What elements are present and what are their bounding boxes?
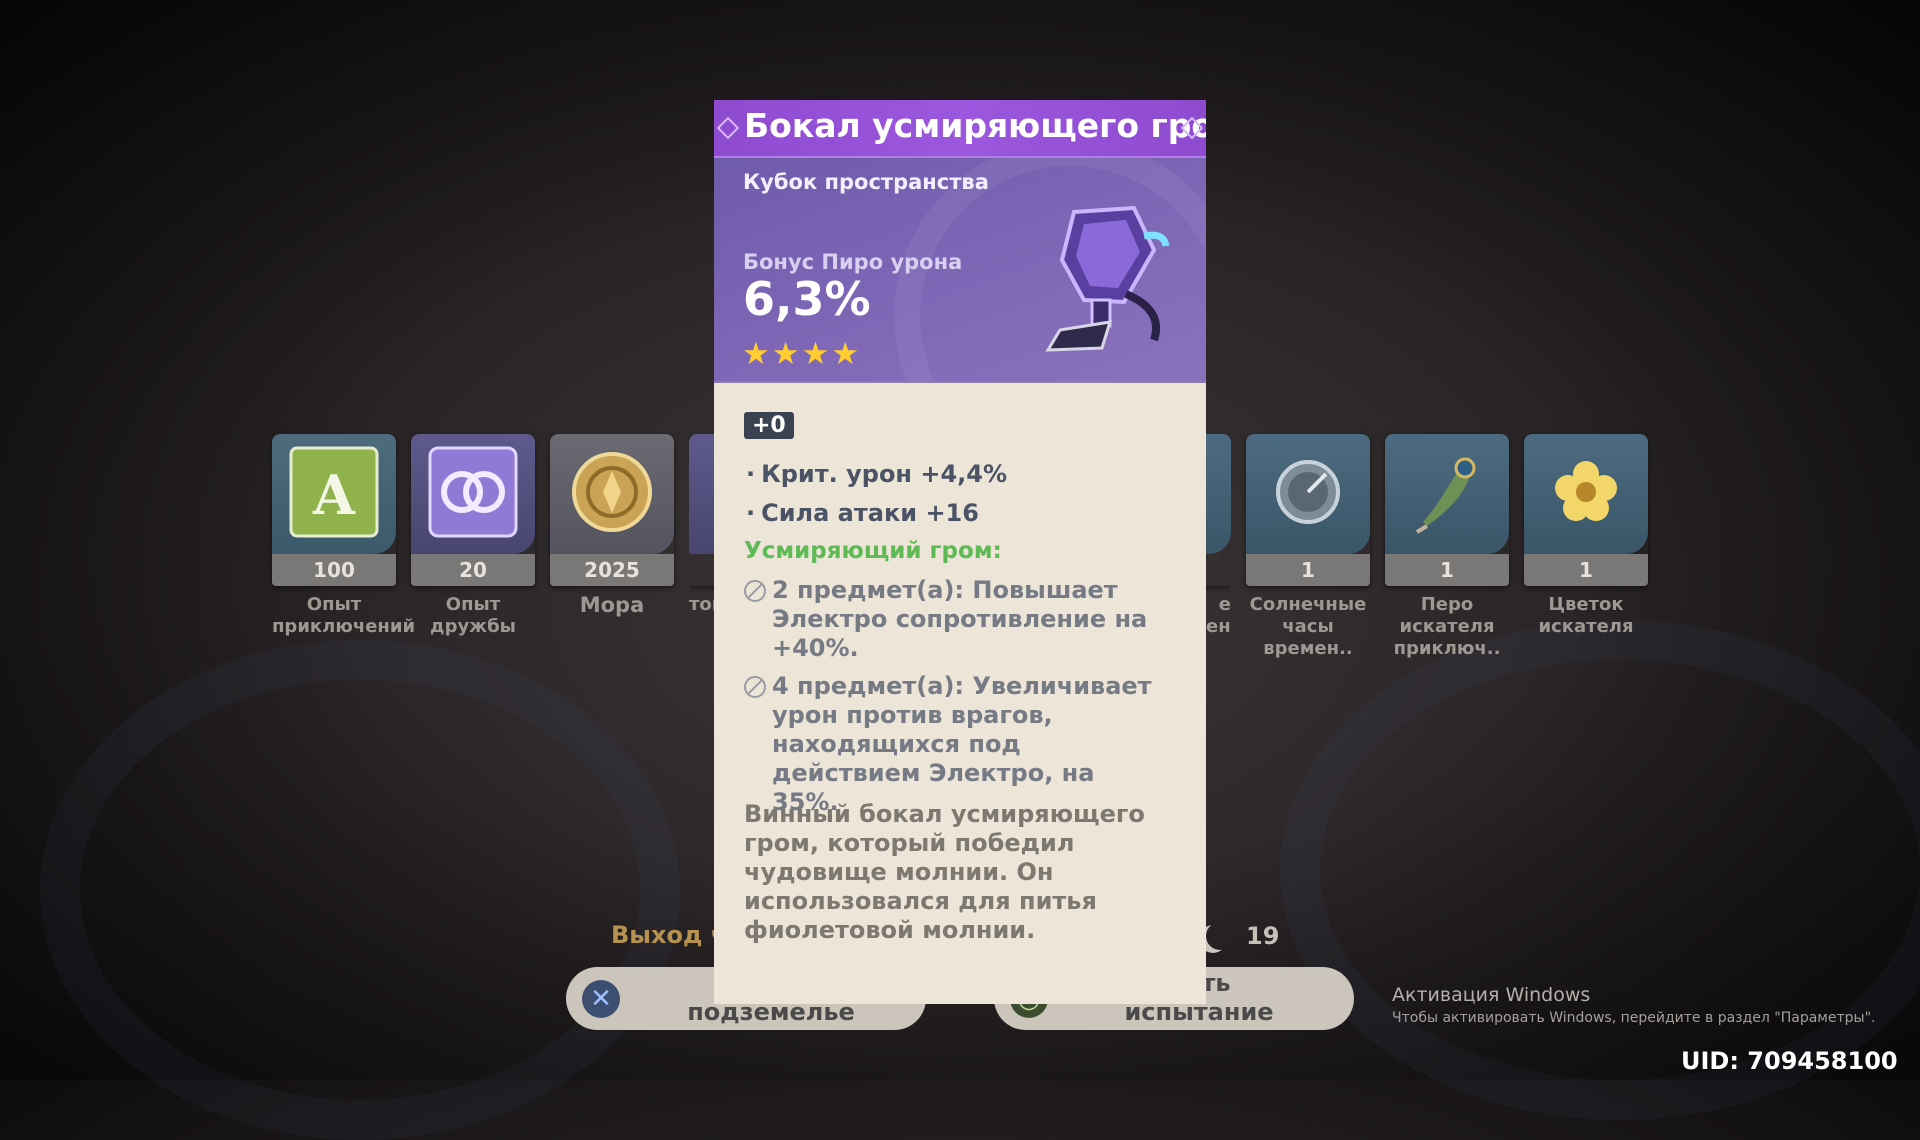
substat: · Крит. урон +4,4% bbox=[746, 460, 1008, 488]
reward-count: 1 bbox=[1524, 554, 1648, 586]
rarity-stars: ★★★★ bbox=[742, 336, 862, 372]
reward-name: е ен.. bbox=[1206, 594, 1231, 637]
artifact-description: Винный бокал усмиряющего гром, который п… bbox=[744, 800, 1145, 944]
reward-count: 1 bbox=[1246, 554, 1370, 586]
main-stat-value: 6,3% bbox=[743, 272, 871, 326]
reward-name: Перо искателя приключ.. bbox=[1393, 594, 1501, 659]
reward-card: 20 bbox=[411, 434, 535, 586]
adventure-exp-icon: A bbox=[287, 444, 381, 544]
reward-item[interactable]: 1 Солнечные часы времен.. bbox=[1246, 434, 1370, 660]
player-uid: UID: 709458100 bbox=[1681, 1047, 1898, 1075]
svg-text:A: A bbox=[312, 463, 356, 527]
set-effect: 2 предмет(а): Повышает Электро сопротивл… bbox=[744, 576, 1164, 663]
artifact-header: Бокал усмиряющего гром Кубок пространств… bbox=[714, 100, 1206, 383]
background-swirl bbox=[40, 640, 680, 1140]
set-name: Усмиряющий гром: bbox=[744, 538, 1002, 564]
artifact-level-badge: +0 bbox=[744, 412, 794, 439]
reward-card: A 100 bbox=[272, 434, 396, 586]
reward-name: Мора bbox=[579, 593, 645, 617]
reward-name: Опыт приключений bbox=[272, 594, 416, 637]
reward-name: Опыт дружбы bbox=[430, 594, 516, 637]
reward-card: 1 bbox=[1246, 434, 1370, 586]
reward-count: 1 bbox=[1385, 554, 1509, 586]
goblet-icon bbox=[1014, 190, 1184, 364]
moon-icon bbox=[1206, 922, 1234, 950]
artifact-type: Кубок пространства bbox=[743, 170, 989, 194]
reward-item[interactable]: 1 Перо искателя приключ.. bbox=[1385, 434, 1509, 660]
close-icon: ✕ bbox=[582, 980, 620, 1018]
reward-card: 2025 bbox=[550, 434, 674, 586]
main-stat-name: Бонус Пиро урона bbox=[743, 250, 963, 274]
flower-icon bbox=[1546, 452, 1626, 536]
reward-item[interactable]: 20 Опыт дружбы bbox=[411, 434, 535, 638]
reward-item[interactable]: 2025 Мора bbox=[550, 434, 674, 616]
mora-icon bbox=[569, 449, 655, 539]
reward-card: 1 bbox=[1385, 434, 1509, 586]
reward-item[interactable]: 1 Цветок искателя bbox=[1524, 434, 1648, 638]
sands-icon bbox=[1268, 452, 1348, 536]
reward-count: 100 bbox=[272, 554, 396, 586]
reward-name: Цветок искателя bbox=[1538, 594, 1634, 637]
disabled-icon bbox=[744, 580, 766, 602]
substat: · Сила атаки +16 bbox=[746, 499, 979, 527]
set-effect: 4 предмет(а): Увеличивает урон против вр… bbox=[744, 672, 1164, 817]
windows-activation-subtitle: Чтобы активировать Windows, перейдите в … bbox=[1392, 1010, 1876, 1026]
reward-card bbox=[1206, 434, 1231, 586]
disabled-icon bbox=[744, 676, 766, 698]
reward-item[interactable]: A 100 Опыт приключений bbox=[272, 434, 416, 638]
reward-name: Солнечные часы времен.. bbox=[1249, 594, 1367, 659]
artifact-tooltip: Бокал усмиряющего гром Кубок пространств… bbox=[714, 100, 1206, 1004]
exit-countdown-label: Выход ч bbox=[611, 921, 728, 949]
artifact-title: Бокал усмиряющего гром bbox=[744, 106, 1206, 145]
plume-icon bbox=[1407, 450, 1487, 538]
reward-item[interactable]: е ен.. bbox=[1206, 434, 1231, 638]
reward-card: 1 bbox=[1524, 434, 1648, 586]
moon-count: 19 bbox=[1246, 922, 1280, 950]
artifact-title-bar: Бокал усмиряющего гром bbox=[714, 100, 1206, 158]
windows-activation-title: Активация Windows bbox=[1392, 984, 1591, 1006]
reward-count: 2025 bbox=[550, 554, 674, 586]
reward-count: 20 bbox=[411, 554, 535, 586]
companionship-exp-icon bbox=[426, 444, 520, 544]
